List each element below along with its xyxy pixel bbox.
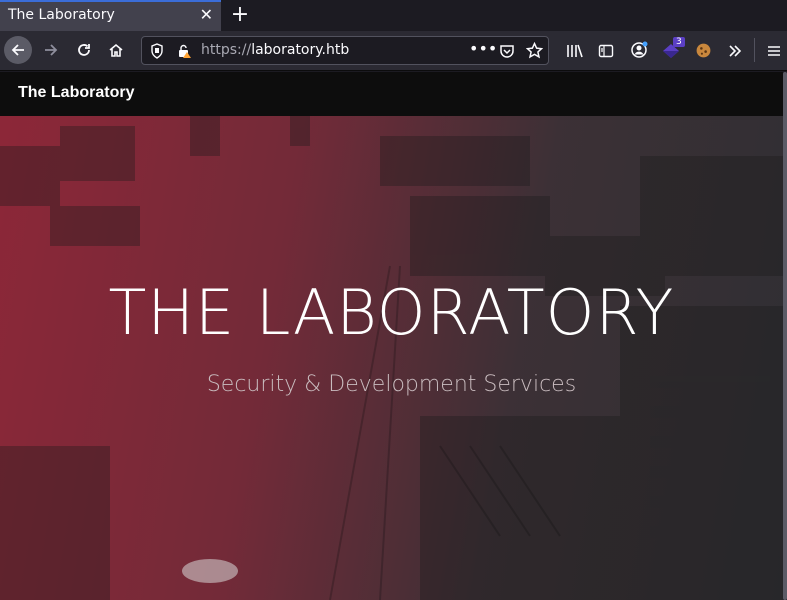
page-scrollbar[interactable] xyxy=(783,72,787,600)
bookmark-star-icon[interactable] xyxy=(526,42,543,59)
new-tab-button[interactable]: + xyxy=(226,1,254,29)
sidebar-icon[interactable] xyxy=(598,43,614,59)
menu-icon[interactable] xyxy=(766,43,782,59)
hero-title: THE LABORATORY xyxy=(108,276,675,349)
library-icon[interactable] xyxy=(566,43,584,59)
reload-icon xyxy=(78,44,90,56)
address-bar[interactable]: https://laboratory.htb ••• xyxy=(141,36,549,65)
tab-title: The Laboratory xyxy=(8,7,115,23)
close-tab-icon[interactable]: ✕ xyxy=(200,6,213,24)
reload-button[interactable] xyxy=(70,36,98,64)
web-page: The Laboratory THE LABORATORY Security &… xyxy=(0,72,783,600)
tab-active[interactable]: The Laboratory ✕ xyxy=(0,0,221,31)
navigation-toolbar: https://laboratory.htb ••• 3 xyxy=(0,31,787,71)
account-button[interactable] xyxy=(630,41,648,63)
account-icon xyxy=(631,41,648,58)
overflow-chevron-icon[interactable] xyxy=(727,43,743,59)
arrow-left-icon xyxy=(11,44,24,56)
back-button[interactable] xyxy=(4,36,32,64)
scrollbar-thumb[interactable] xyxy=(783,72,787,600)
insecure-lock-icon[interactable] xyxy=(176,43,192,59)
extension-button[interactable]: 3 xyxy=(660,37,688,63)
url-host: laboratory.htb xyxy=(251,42,350,58)
site-brand-link[interactable]: The Laboratory xyxy=(18,84,134,102)
page-actions-icon[interactable]: ••• xyxy=(469,39,497,58)
url-text[interactable]: https://laboratory.htb xyxy=(201,42,349,58)
forward-button[interactable] xyxy=(37,36,65,64)
hero-subtitle: Security & Development Services xyxy=(206,372,577,397)
hero-section: THE LABORATORY Security & Development Se… xyxy=(0,116,783,600)
extension-badge: 3 xyxy=(673,37,685,47)
shield-icon[interactable] xyxy=(150,43,164,59)
cookie-icon[interactable] xyxy=(695,42,712,59)
tab-strip: The Laboratory ✕ + xyxy=(0,0,787,31)
toolbar-divider xyxy=(754,38,755,62)
home-button[interactable] xyxy=(102,36,130,64)
home-icon xyxy=(109,43,123,57)
city-background-image xyxy=(0,116,783,600)
arrow-right-icon xyxy=(45,44,58,56)
url-scheme: https:// xyxy=(201,42,252,58)
pocket-icon[interactable] xyxy=(499,43,515,59)
site-navbar: The Laboratory xyxy=(0,72,783,116)
